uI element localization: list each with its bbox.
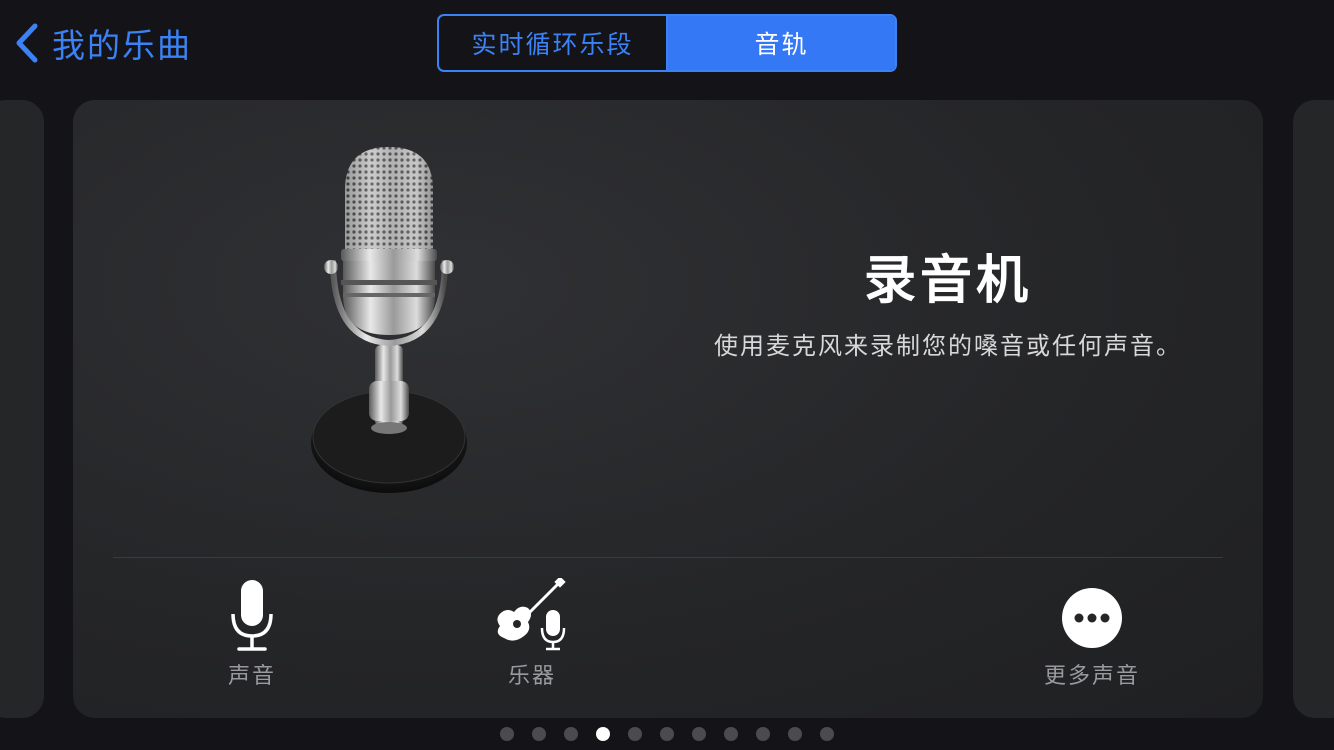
instrument-title: 录音机 <box>863 251 1032 311</box>
studio-microphone-image <box>311 147 467 493</box>
guitar-microphone-icon <box>497 578 566 651</box>
option-voice-label: 声音 <box>227 664 276 689</box>
option-more-sounds[interactable]: 更多声音 <box>1012 578 1172 690</box>
page-dot[interactable] <box>532 727 546 741</box>
page-dot[interactable] <box>724 727 738 741</box>
next-card[interactable] <box>1293 100 1334 718</box>
option-instrument-label: 乐器 <box>507 664 556 689</box>
back-button[interactable]: 我的乐曲 <box>14 20 192 66</box>
previous-card[interactable] <box>0 100 44 718</box>
tab-live-loops[interactable]: 实时循环乐段 <box>439 16 668 70</box>
option-more-sounds-label: 更多声音 <box>1043 664 1140 689</box>
page-dot[interactable] <box>564 727 578 741</box>
page-indicator[interactable] <box>0 727 1334 741</box>
segmented-control: 实时循环乐段 音轨 <box>437 14 897 72</box>
page-dot[interactable] <box>660 727 674 741</box>
page-dot[interactable] <box>628 727 642 741</box>
microphone-icon <box>231 580 273 651</box>
instrument-description: 使用麦克风来录制您的嗓音或任何声音。 <box>714 332 1182 360</box>
option-instrument[interactable]: 乐器 <box>452 578 612 690</box>
page-dot[interactable] <box>756 727 770 741</box>
tab-tracks[interactable]: 音轨 <box>668 16 895 70</box>
more-icon <box>1062 588 1122 648</box>
option-voice[interactable]: 声音 <box>172 578 332 690</box>
page-dot[interactable] <box>692 727 706 741</box>
back-label: 我的乐曲 <box>52 26 192 65</box>
instrument-card[interactable]: 录音机 使用麦克风来录制您的嗓音或任何声音。 声音 乐器 更多声音 <box>73 100 1263 718</box>
page-dot[interactable] <box>596 727 610 741</box>
page-dot[interactable] <box>500 727 514 741</box>
chevron-left-icon <box>16 23 38 63</box>
divider <box>113 557 1223 558</box>
page-dot[interactable] <box>788 727 802 741</box>
page-dot[interactable] <box>820 727 834 741</box>
